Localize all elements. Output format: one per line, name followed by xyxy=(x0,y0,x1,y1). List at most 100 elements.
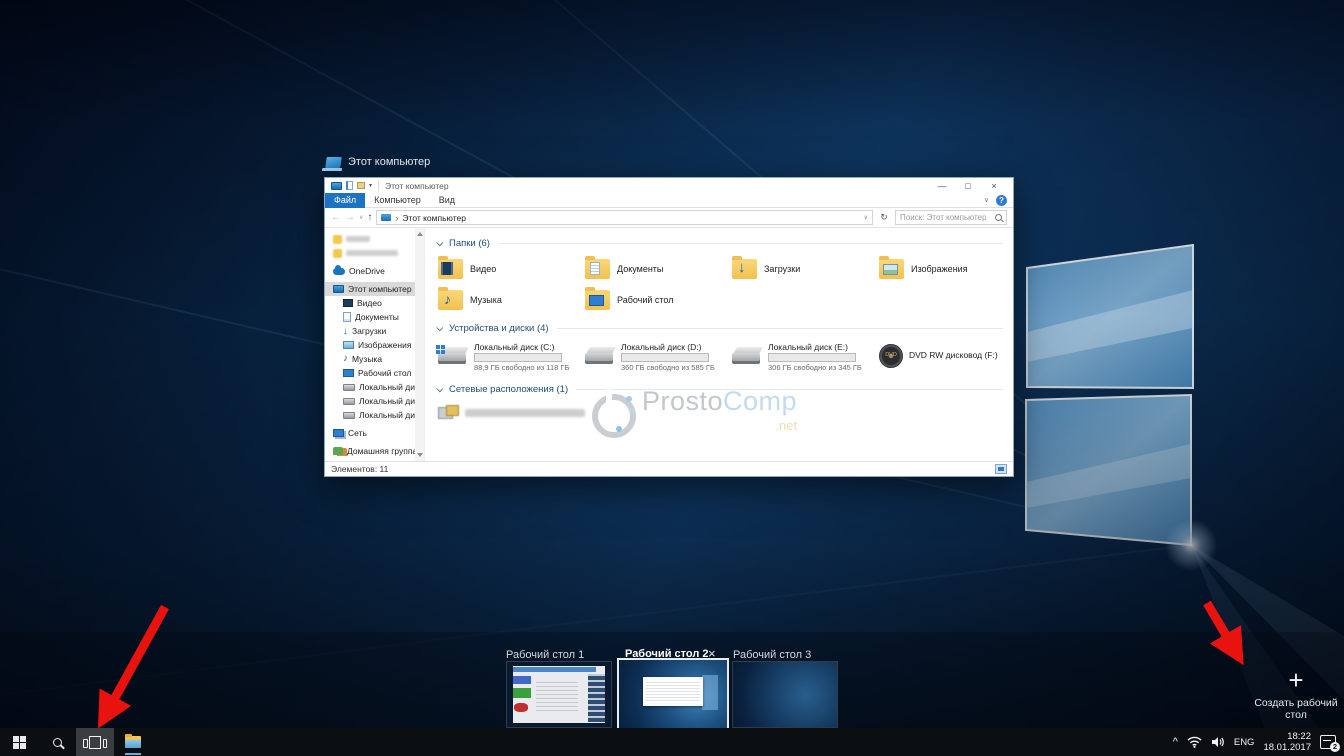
sidebar-item-label: Видео xyxy=(357,298,382,308)
sidebar-item-desktop[interactable]: Рабочий стол xyxy=(325,366,424,380)
folder-icon xyxy=(585,290,610,310)
sidebar-item-local-disk-e[interactable]: Локальный диск xyxy=(325,408,424,422)
group-header-label: Папки (6) xyxy=(449,238,490,249)
sidebar-item-pictures[interactable]: Изображения xyxy=(325,338,424,352)
capacity-bar xyxy=(768,353,856,362)
scroll-up-icon[interactable] xyxy=(417,232,423,236)
desktop-thumbnail-3[interactable] xyxy=(733,662,837,727)
group-header-folders[interactable]: Папки (6) xyxy=(438,236,1003,250)
windows-flag-icon xyxy=(436,345,445,354)
qat-dropdown-icon[interactable]: ▾ xyxy=(369,182,372,189)
time: 18:22 xyxy=(1287,731,1311,742)
sidebar-item-music[interactable]: ♪ Музыка xyxy=(325,352,424,366)
file-list: Папки (6) Видео Документы ↓ Загрузки xyxy=(425,228,1013,461)
watermark-text-blue: Comp xyxy=(723,386,797,416)
onedrive-cloud-icon xyxy=(333,268,345,275)
breadcrumb[interactable]: Этот компьютер xyxy=(402,213,466,223)
sidebar-item-label: Сеть xyxy=(348,428,367,438)
sidebar-item-downloads[interactable]: ↑ Загрузки xyxy=(325,324,424,338)
close-button[interactable]: × xyxy=(981,179,1007,193)
folder-tile-pictures[interactable]: Изображения xyxy=(879,253,1013,284)
refresh-button[interactable]: ↻ xyxy=(877,212,891,223)
task-view-button[interactable] xyxy=(76,728,114,756)
qat-computer-icon[interactable] xyxy=(331,182,342,190)
taskbar-search-button[interactable] xyxy=(38,728,76,756)
action-center-button[interactable]: 2 xyxy=(1320,735,1336,749)
collapse-chevron-icon[interactable] xyxy=(436,385,443,392)
drive-tile-e[interactable]: Локальный диск (E:) 306 ГБ свободно из 3… xyxy=(732,339,879,377)
hard-drive-icon xyxy=(732,347,762,367)
hard-drive-icon xyxy=(343,398,355,405)
help-button[interactable]: ? xyxy=(996,195,1007,206)
tray-expand-chevron[interactable]: ^ xyxy=(1173,737,1178,747)
sidebar-item-local-disk-d[interactable]: Локальный диск xyxy=(325,394,424,408)
forward-button[interactable]: → xyxy=(345,212,355,223)
start-button[interactable] xyxy=(0,728,38,756)
explorer-window[interactable]: ▾ Этот компьютер — □ × Файл Компьютер Ви… xyxy=(324,177,1014,477)
wifi-icon[interactable] xyxy=(1187,736,1202,748)
drive-tile-c[interactable]: Локальный диск (C:) 88,9 ГБ свободно из … xyxy=(438,339,585,377)
new-desktop-button[interactable]: + xyxy=(1283,668,1309,694)
desktop-label-3[interactable]: Рабочий стол 3 xyxy=(733,649,811,661)
collapse-chevron-icon[interactable] xyxy=(436,324,443,331)
group-header-devices[interactable]: Устройства и диски (4) xyxy=(438,321,1003,335)
tab-file[interactable]: Файл xyxy=(325,193,365,208)
folder-tile-downloads[interactable]: ↓ Загрузки xyxy=(732,253,879,284)
sidebar-item-videos[interactable]: Видео xyxy=(325,296,424,310)
free-space-label: 360 ГБ свободно из 585 ГБ xyxy=(621,363,715,372)
sidebar-item-label: Музыка xyxy=(352,354,382,364)
history-dropdown-icon[interactable]: ∨ xyxy=(359,214,363,221)
tab-computer[interactable]: Компьютер xyxy=(365,193,430,208)
scroll-down-icon[interactable] xyxy=(417,453,423,457)
volume-icon[interactable] xyxy=(1211,736,1225,748)
minimize-button[interactable]: — xyxy=(929,179,955,193)
up-button[interactable]: ↑ xyxy=(367,212,372,223)
folder-label: Музыка xyxy=(470,295,502,305)
watermark-text-gray: Prosto xyxy=(642,386,723,416)
search-input[interactable] xyxy=(900,213,995,222)
free-space-label: 88,9 ГБ свободно из 118 ГБ xyxy=(474,363,569,372)
address-bar[interactable]: › Этот компьютер ∨ xyxy=(376,210,873,225)
desktop-label-1[interactable]: Рабочий стол 1 xyxy=(506,649,584,661)
sidebar-item-quick-access-1[interactable] xyxy=(325,232,424,246)
folder-tile-videos[interactable]: Видео xyxy=(438,253,585,284)
qat-new-folder-icon[interactable] xyxy=(357,182,365,189)
sidebar-item-quick-access-2[interactable] xyxy=(325,246,424,260)
drive-tile-d[interactable]: Локальный диск (D:) 360 ГБ свободно из 5… xyxy=(585,339,732,377)
collapse-chevron-icon[interactable] xyxy=(436,239,443,246)
sidebar-item-network[interactable]: Сеть xyxy=(325,426,424,440)
close-desktop-button[interactable]: × xyxy=(708,647,716,660)
language-indicator[interactable]: ENG xyxy=(1234,737,1255,748)
window-title: Этот компьютер xyxy=(378,181,449,191)
desktop-thumbnail-2[interactable] xyxy=(619,660,727,729)
capacity-bar xyxy=(621,353,709,362)
address-dropdown-icon[interactable]: ∨ xyxy=(864,214,868,221)
running-indicator xyxy=(125,753,141,755)
folder-icon xyxy=(438,259,463,279)
pinned-folder-icon xyxy=(333,249,342,258)
view-thumbnails-button[interactable] xyxy=(995,464,1007,474)
back-button[interactable]: ← xyxy=(331,212,341,223)
sidebar-item-this-pc[interactable]: Этот компьютер xyxy=(325,282,424,296)
clock[interactable]: 18:22 18.01.2017 xyxy=(1263,731,1311,753)
hard-drive-icon xyxy=(438,347,468,367)
drive-tile-dvd[interactable]: DVD DVD RW дисковод (F:) xyxy=(879,339,1013,377)
folder-tile-desktop[interactable]: Рабочий стол xyxy=(585,284,732,315)
desktop-thumbnail-1[interactable] xyxy=(507,662,611,727)
folder-label: Рабочий стол xyxy=(617,295,674,305)
folder-tile-music[interactable]: ♪ Музыка xyxy=(438,284,585,315)
sidebar-item-local-disk-c[interactable]: Локальный диск xyxy=(325,380,424,394)
maximize-button[interactable]: □ xyxy=(955,179,981,193)
qat-properties-icon[interactable] xyxy=(346,181,353,190)
sidebar-item-homegroup[interactable]: Домашняя группа xyxy=(325,444,424,458)
file-explorer-button[interactable] xyxy=(114,728,152,756)
desktop-label-2[interactable]: Рабочий стол 2 xyxy=(625,648,708,660)
ribbon-collapse-icon[interactable]: ∨ xyxy=(984,196,989,204)
sidebar-item-onedrive[interactable]: OneDrive xyxy=(325,264,424,278)
folder-tile-documents[interactable]: Документы xyxy=(585,253,732,284)
search-box[interactable] xyxy=(895,210,1007,225)
tab-view[interactable]: Вид xyxy=(430,193,464,208)
system-tray: ^ ENG 18:22 18.01.2017 2 xyxy=(1173,728,1344,756)
sidebar-scrollbar[interactable] xyxy=(415,228,424,461)
sidebar-item-documents[interactable]: Документы xyxy=(325,310,424,324)
